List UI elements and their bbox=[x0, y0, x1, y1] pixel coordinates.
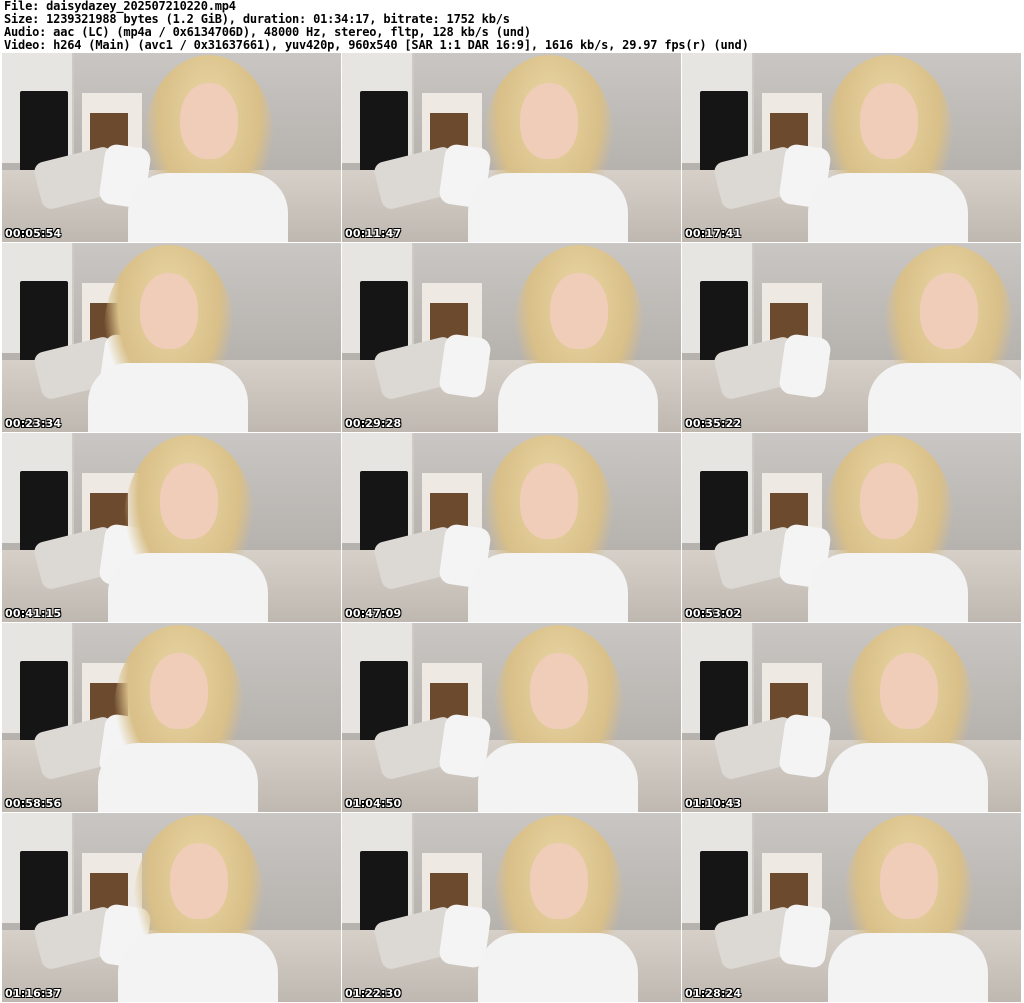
thumbnail-timestamp: 01:04:50 bbox=[345, 797, 402, 810]
video-thumbnail: 00:47:09 bbox=[342, 433, 681, 622]
video-thumbnail: 01:16:37 bbox=[2, 813, 341, 1002]
thumbnail-timestamp: 00:53:02 bbox=[685, 607, 742, 620]
thumbnail-frame-image bbox=[342, 813, 681, 1002]
file-info-header: File: daisydazey_202507210220.mp4 Size: … bbox=[4, 0, 749, 52]
thumbnail-frame-image bbox=[682, 243, 1021, 432]
thumbnail-frame-image bbox=[342, 243, 681, 432]
thumbnail-frame-image bbox=[2, 813, 341, 1002]
thumbnail-frame-image bbox=[682, 433, 1021, 622]
video-thumbnail: 00:17:41 bbox=[682, 53, 1021, 242]
thumbnail-timestamp: 00:11:47 bbox=[345, 227, 402, 240]
video-thumbnail: 00:53:02 bbox=[682, 433, 1021, 622]
thumbnail-timestamp: 00:05:54 bbox=[5, 227, 62, 240]
thumbnail-timestamp: 00:29:28 bbox=[345, 417, 402, 430]
thumbnail-frame-image bbox=[2, 53, 341, 242]
thumbnail-frame-image bbox=[682, 53, 1021, 242]
thumbnail-frame-image bbox=[342, 623, 681, 812]
video-thumbnail: 00:41:15 bbox=[2, 433, 341, 622]
video-thumbnail: 00:11:47 bbox=[342, 53, 681, 242]
thumbnail-frame-image bbox=[2, 243, 341, 432]
video-thumbnail: 00:05:54 bbox=[2, 53, 341, 242]
thumbnail-frame-image bbox=[682, 813, 1021, 1002]
thumbnail-timestamp: 00:58:56 bbox=[5, 797, 62, 810]
video-thumbnail: 00:35:22 bbox=[682, 243, 1021, 432]
thumbnail-timestamp: 00:35:22 bbox=[685, 417, 742, 430]
video-thumbnail: 01:10:43 bbox=[682, 623, 1021, 812]
thumbnail-timestamp: 01:28:24 bbox=[685, 987, 742, 1000]
thumbnail-timestamp: 00:17:41 bbox=[685, 227, 742, 240]
thumbnail-frame-image bbox=[2, 433, 341, 622]
thumbnail-timestamp: 01:10:43 bbox=[685, 797, 742, 810]
video-thumbnail: 01:04:50 bbox=[342, 623, 681, 812]
thumbnail-timestamp: 01:22:30 bbox=[345, 987, 402, 1000]
video-thumbnail: 00:23:34 bbox=[2, 243, 341, 432]
thumbnail-timestamp: 01:16:37 bbox=[5, 987, 62, 1000]
thumbnail-frame-image bbox=[682, 623, 1021, 812]
video-thumbnail: 00:58:56 bbox=[2, 623, 341, 812]
thumbnail-frame-image bbox=[342, 433, 681, 622]
video-thumbnail: 01:28:24 bbox=[682, 813, 1021, 1002]
thumbnail-frame-image bbox=[2, 623, 341, 812]
thumbnail-timestamp: 00:47:09 bbox=[345, 607, 402, 620]
thumbnail-frame-image bbox=[342, 53, 681, 242]
thumbnail-grid: 00:05:54 00:11:47 00:17:41 00:23:34 00:29:28… bbox=[2, 53, 1022, 1003]
thumbnail-timestamp: 00:23:34 bbox=[5, 417, 62, 430]
thumbnail-timestamp: 00:41:15 bbox=[5, 607, 62, 620]
video-thumbnail: 01:22:30 bbox=[342, 813, 681, 1002]
video-line: Video: h264 (Main) (avc1 / 0x31637661), … bbox=[4, 38, 749, 52]
video-thumbnail: 00:29:28 bbox=[342, 243, 681, 432]
